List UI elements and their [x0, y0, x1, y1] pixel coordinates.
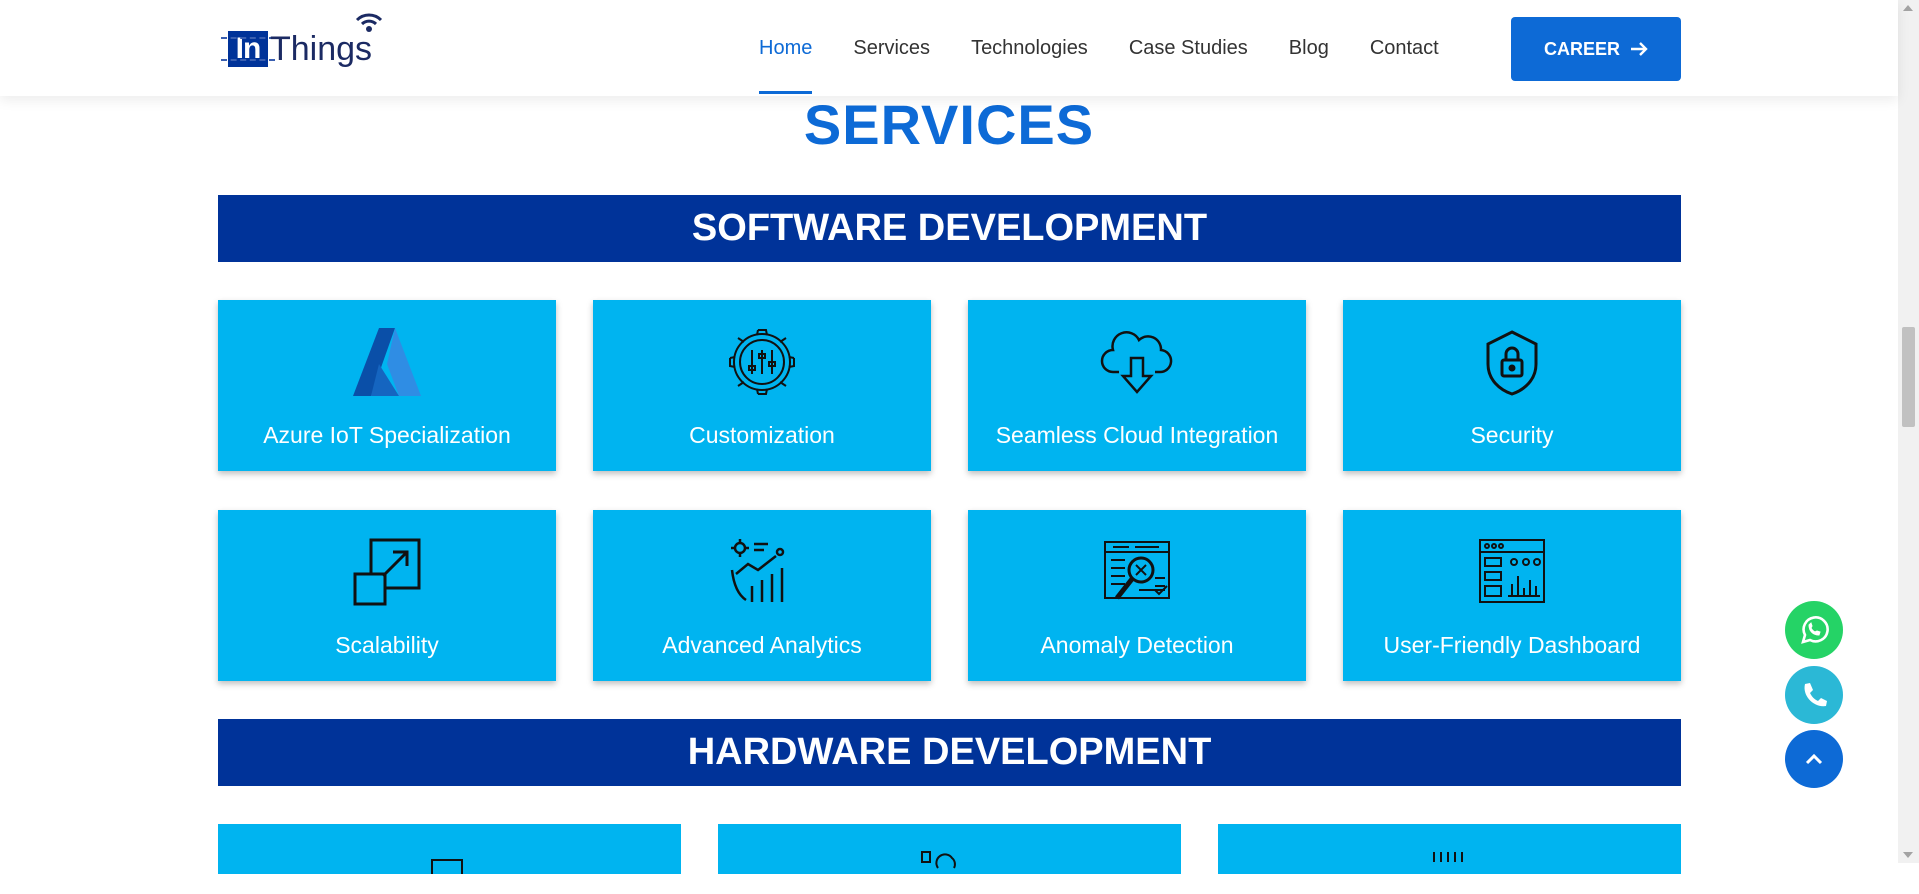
- card-label: Customization: [689, 422, 835, 448]
- card-label: Security: [1470, 422, 1554, 448]
- phone-call-button[interactable]: [1785, 666, 1843, 724]
- nav-blog[interactable]: Blog: [1289, 0, 1329, 96]
- nav-services[interactable]: Services: [853, 0, 930, 96]
- service-card-anomaly-detection[interactable]: Anomaly Detection: [968, 510, 1306, 681]
- whatsapp-button[interactable]: [1785, 601, 1843, 659]
- scroll-down-arrow-icon[interactable]: [1903, 852, 1913, 858]
- device-icon: [431, 859, 463, 874]
- cloud-download-icon: [1100, 331, 1173, 394]
- card-label: Seamless Cloud Integration: [995, 422, 1279, 448]
- hardware-card[interactable]: [1218, 824, 1681, 874]
- card-label: Azure IoT Specialization: [263, 422, 511, 448]
- card-label: User-Friendly Dashboard: [1383, 632, 1641, 658]
- site-header: In Things Home Services Technologies Cas…: [0, 0, 1898, 96]
- phone-icon: [1804, 683, 1827, 707]
- software-development-heading: SOFTWARE DEVELOPMENT: [218, 195, 1681, 262]
- hardware-development-heading: HARDWARE DEVELOPMENT: [218, 719, 1681, 786]
- nav-home[interactable]: Home: [759, 0, 813, 96]
- service-card-advanced-analytics[interactable]: Advanced Analytics: [593, 510, 931, 681]
- nav-case-studies[interactable]: Case Studies: [1129, 0, 1248, 96]
- azure-icon: [353, 328, 421, 396]
- hardware-card[interactable]: [218, 824, 681, 874]
- service-card-scalability[interactable]: Scalability: [218, 510, 556, 681]
- page-scrollbar[interactable]: [1898, 0, 1919, 863]
- scroll-to-top-button[interactable]: [1785, 730, 1843, 788]
- logo-text: Things: [270, 30, 373, 68]
- service-card-azure-iot[interactable]: Azure IoT Specialization: [218, 300, 556, 471]
- nav-contact[interactable]: Contact: [1370, 0, 1439, 96]
- scale-arrow-icon: [353, 538, 421, 606]
- card-label: Anomaly Detection: [1040, 632, 1234, 658]
- wifi-icon: [355, 13, 383, 32]
- hardware-card[interactable]: [718, 824, 1181, 874]
- card-label: Scalability: [335, 632, 439, 658]
- logo-wordmark: Things: [270, 13, 383, 68]
- component-icon: [921, 851, 956, 869]
- service-card-customization[interactable]: Customization: [593, 300, 931, 471]
- shield-lock-icon: [1486, 330, 1538, 396]
- service-card-security[interactable]: Security: [1343, 300, 1681, 471]
- service-card-dashboard[interactable]: User-Friendly Dashboard: [1343, 510, 1681, 681]
- scrollbar-thumb[interactable]: [1902, 327, 1915, 427]
- chip-icon: [1433, 852, 1463, 862]
- whatsapp-icon: [1801, 616, 1829, 644]
- dashboard-icon: [1479, 539, 1545, 603]
- service-card-cloud-integration[interactable]: Seamless Cloud Integration: [968, 300, 1306, 471]
- arrow-right-icon: [1631, 42, 1648, 56]
- gear-sliders-icon: [729, 329, 795, 395]
- page-title: SERVICES: [803, 93, 1095, 156]
- inthings-logo[interactable]: In Things: [221, 13, 383, 80]
- scroll-up-arrow-icon[interactable]: [1903, 5, 1913, 11]
- nav-technologies[interactable]: Technologies: [971, 0, 1088, 96]
- main-nav: Home Services Technologies Case Studies …: [759, 0, 1480, 96]
- anomaly-search-icon: [1104, 541, 1170, 600]
- logo-mark: In: [221, 31, 275, 67]
- career-label: CAREER: [1543, 38, 1620, 59]
- card-label: Advanced Analytics: [662, 632, 862, 658]
- chevron-up-icon: [1805, 753, 1823, 765]
- career-button[interactable]: CAREER: [1511, 17, 1681, 81]
- analytics-icon: [730, 539, 785, 602]
